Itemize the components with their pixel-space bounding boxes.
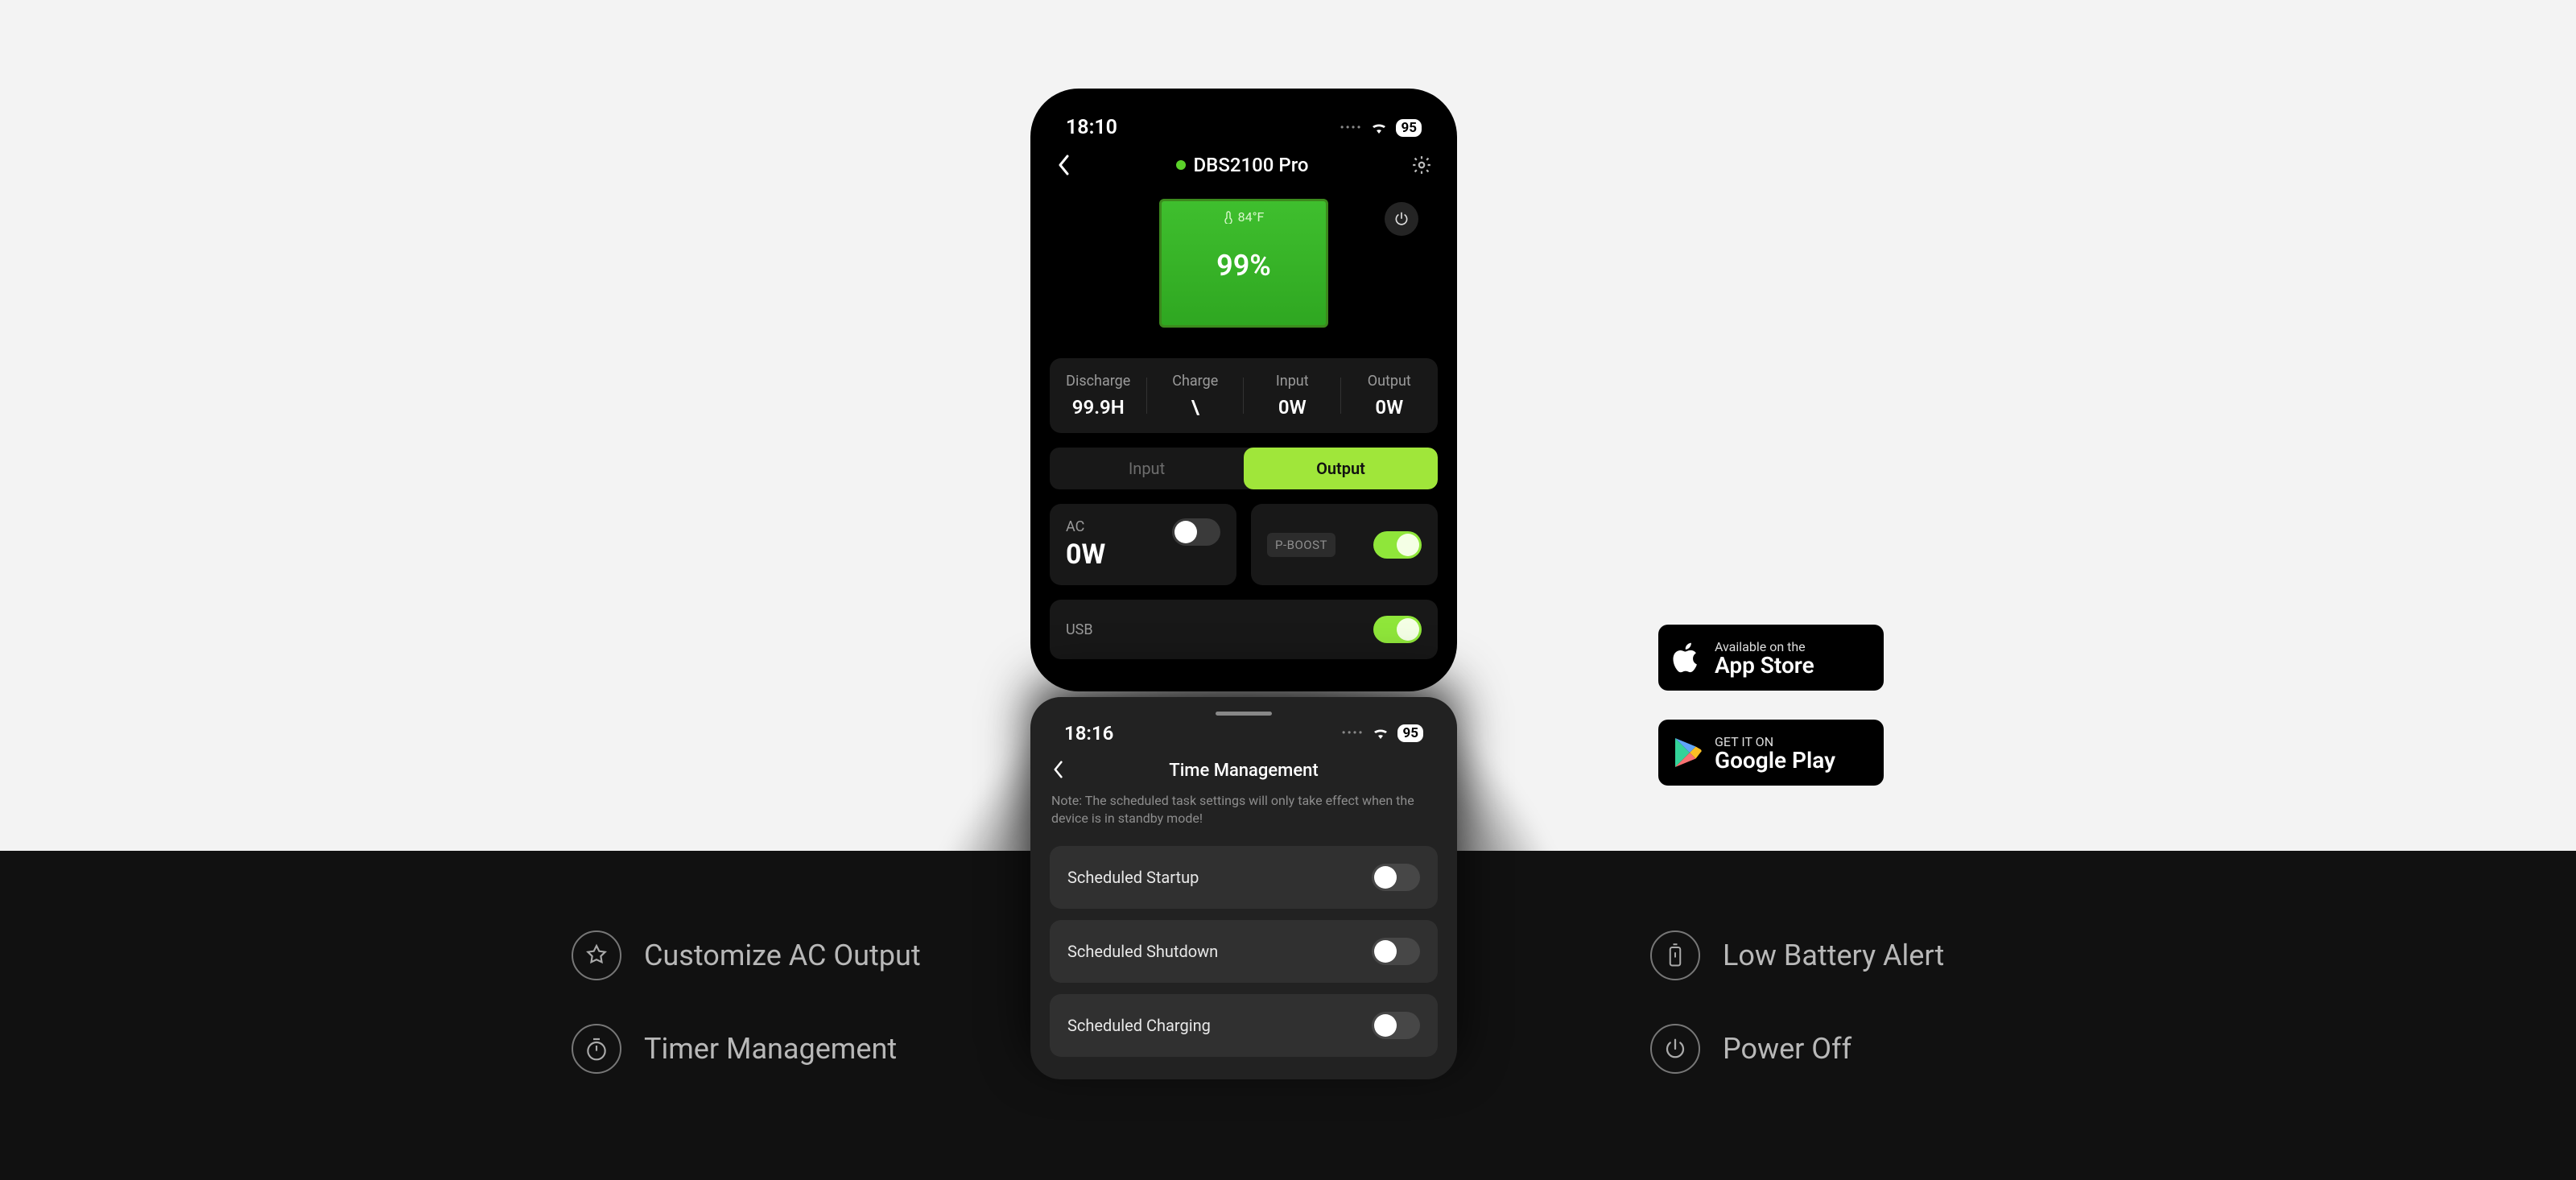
- power-icon: [1393, 211, 1410, 227]
- sheet-drag-handle[interactable]: [1216, 712, 1272, 716]
- phone-time: 18:10: [1066, 116, 1117, 139]
- ac-toggle[interactable]: [1172, 518, 1220, 546]
- device-visual-row: 84°F 99%: [1050, 199, 1438, 336]
- apple-icon: [1673, 640, 1702, 675]
- stat-value: \: [1147, 396, 1245, 419]
- pboost-toggle[interactable]: [1373, 531, 1422, 559]
- status-icons: •••• 95: [1340, 119, 1422, 137]
- temperature-value: 84°F: [1238, 209, 1265, 225]
- google-play-badge[interactable]: GET IT ON Google Play: [1658, 720, 1884, 786]
- phone-main-frame: 18:10 •••• 95 DBS2100 Pro 84°F 99%: [1030, 89, 1457, 691]
- device-battery-graphic: 84°F 99%: [1159, 199, 1328, 328]
- scheduled-startup-row: Scheduled Startup: [1050, 846, 1438, 909]
- power-button[interactable]: [1385, 202, 1418, 236]
- temperature-readout: 84°F: [1224, 209, 1265, 225]
- segment-output-button[interactable]: Output: [1244, 448, 1438, 489]
- usb-label: USB: [1066, 621, 1093, 638]
- usb-card: USB: [1050, 600, 1438, 659]
- back-chevron-icon[interactable]: [1053, 761, 1064, 782]
- feature-label: Timer Management: [644, 1032, 897, 1066]
- stat-label: Output: [1341, 373, 1439, 390]
- stat-label: Discharge: [1050, 373, 1147, 390]
- google-play-icon: [1673, 736, 1702, 769]
- usb-toggle[interactable]: [1373, 616, 1422, 643]
- star-icon: [572, 930, 621, 980]
- stat-value: 99.9H: [1050, 396, 1147, 419]
- scheduled-shutdown-row: Scheduled Shutdown: [1050, 920, 1438, 983]
- feature-label: Low Battery Alert: [1723, 939, 1944, 972]
- ac-label: AC: [1066, 518, 1105, 535]
- google-play-line2: Google Play: [1715, 749, 1835, 772]
- thermometer-icon: [1224, 211, 1233, 224]
- feature-label: Power Off: [1723, 1032, 1852, 1066]
- online-status-dot-icon: [1176, 160, 1186, 170]
- scheduled-charging-toggle[interactable]: [1372, 1012, 1420, 1039]
- stat-charge: Charge \: [1147, 373, 1245, 419]
- feature-label: Customize AC Output: [644, 939, 921, 972]
- ac-card: AC 0W: [1050, 504, 1236, 585]
- sheet-status-bar: 18:16 •••• 95: [1050, 722, 1438, 745]
- scheduled-shutdown-toggle[interactable]: [1372, 938, 1420, 965]
- stat-value: 0W: [1244, 396, 1341, 419]
- stats-card: Discharge 99.9H Charge \ Input 0W Output…: [1050, 358, 1438, 433]
- sheet-header: Time Management: [1050, 745, 1438, 792]
- battery-pill: 95: [1396, 119, 1422, 137]
- battery-pill: 95: [1397, 724, 1423, 742]
- power-icon: [1650, 1024, 1700, 1074]
- ac-value: 0W: [1066, 538, 1105, 571]
- stat-label: Charge: [1147, 373, 1245, 390]
- feature-customize-ac: Customize AC Output: [572, 930, 921, 980]
- phone-status-bar: 18:10 •••• 95: [1050, 113, 1438, 146]
- cellular-dots-icon: ••••: [1340, 122, 1363, 134]
- battery-alert-icon: [1650, 930, 1700, 980]
- sheet-note: Note: The scheduled task settings will o…: [1050, 792, 1438, 835]
- stat-input: Input 0W: [1244, 373, 1341, 419]
- time-management-sheet: 18:16 •••• 95 Time Management Note: The …: [1030, 697, 1457, 1079]
- sheet-title: Time Management: [1169, 761, 1318, 781]
- pboost-card: P-BOOST: [1251, 504, 1438, 585]
- stopwatch-icon: [572, 1024, 621, 1074]
- scheduled-startup-label: Scheduled Startup: [1067, 868, 1199, 887]
- state-of-charge: 99%: [1216, 249, 1271, 283]
- device-title: DBS2100 Pro: [1176, 154, 1309, 176]
- app-header: DBS2100 Pro: [1050, 146, 1438, 191]
- device-name: DBS2100 Pro: [1194, 154, 1309, 176]
- scheduled-charging-row: Scheduled Charging: [1050, 994, 1438, 1057]
- wifi-icon: [1370, 122, 1388, 134]
- segment-input-button[interactable]: Input: [1050, 448, 1244, 489]
- back-chevron-icon[interactable]: [1053, 155, 1075, 175]
- feature-power-off: Power Off: [1650, 1024, 1852, 1074]
- wifi-icon: [1372, 727, 1389, 740]
- stat-output: Output 0W: [1341, 373, 1439, 419]
- io-segment-control: Input Output: [1050, 448, 1438, 489]
- cellular-dots-icon: ••••: [1342, 727, 1364, 740]
- pboost-tag: P-BOOST: [1267, 533, 1335, 557]
- settings-gear-icon[interactable]: [1409, 152, 1435, 178]
- sheet-status-icons: •••• 95: [1342, 724, 1423, 742]
- stat-discharge: Discharge 99.9H: [1050, 373, 1147, 419]
- feature-timer-management: Timer Management: [572, 1024, 897, 1074]
- scheduled-startup-toggle[interactable]: [1372, 864, 1420, 891]
- stat-label: Input: [1244, 373, 1341, 390]
- sheet-time: 18:16: [1064, 722, 1113, 745]
- app-store-badge[interactable]: Available on the App Store: [1658, 625, 1884, 691]
- scheduled-charging-label: Scheduled Charging: [1067, 1016, 1211, 1035]
- app-store-line2: App Store: [1715, 654, 1814, 677]
- feature-low-battery-alert: Low Battery Alert: [1650, 930, 1944, 980]
- scheduled-shutdown-label: Scheduled Shutdown: [1067, 942, 1218, 961]
- ac-pboost-row: AC 0W P-BOOST: [1050, 504, 1438, 585]
- stat-value: 0W: [1341, 396, 1439, 419]
